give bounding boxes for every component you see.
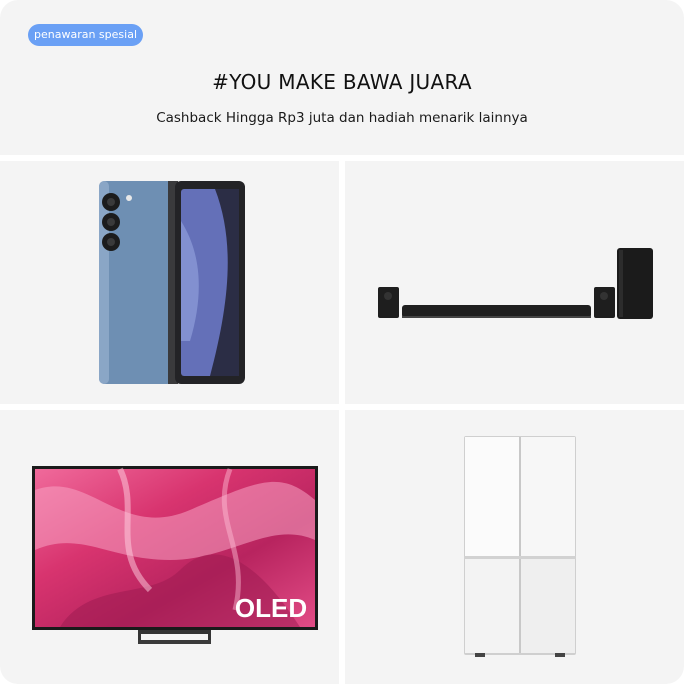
oled-logo: OLED — [235, 593, 307, 623]
promo-banner: penawaran spesial #YOU MAKE BAWA JUARA C… — [0, 0, 684, 155]
refrigerator-image — [464, 436, 576, 657]
promo-card: penawaran spesial #YOU MAKE BAWA JUARA C… — [0, 0, 684, 684]
product-tile-soundbar[interactable] — [345, 161, 684, 404]
foldable-phone-image — [99, 181, 245, 384]
product-tile-phone[interactable] — [0, 161, 339, 404]
product-tile-tv[interactable]: OLED — [0, 410, 339, 684]
promo-subtitle: Cashback Hingga Rp3 juta dan hadiah mena… — [156, 110, 528, 126]
promo-title: #YOU MAKE BAWA JUARA — [212, 70, 472, 94]
oled-tv-image: OLED — [32, 466, 318, 644]
offer-badge[interactable]: penawaran spesial — [28, 24, 143, 46]
product-tile-fridge[interactable] — [345, 410, 684, 684]
soundbar-image — [378, 248, 653, 319]
